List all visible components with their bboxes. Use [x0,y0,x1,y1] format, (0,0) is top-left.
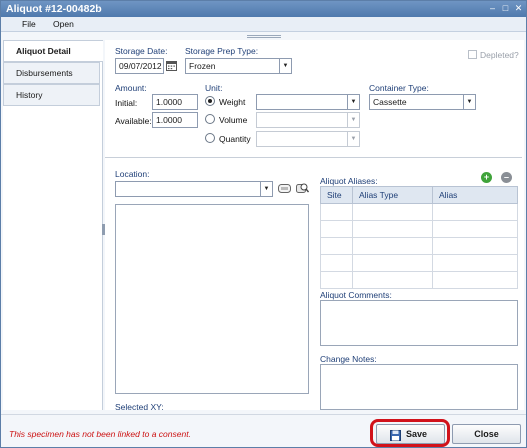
table-cell [352,203,433,221]
panel-grip-handle[interactable] [247,35,281,38]
storage-prep-label: Storage Prep Type: [185,46,259,56]
sidebar-item-label: History [16,90,43,100]
table-cell [352,220,433,238]
aliquot-comments-textarea[interactable] [320,300,518,346]
table-cell [320,203,353,221]
chevron-down-icon: ▼ [463,95,475,109]
sidebar-item-label: Aliquot Detail [16,46,71,56]
table-cell [320,220,353,238]
chevron-down-icon: ▼ [347,132,359,146]
weight-unit-select[interactable]: ▼ [256,94,360,110]
chevron-down-icon: ▼ [347,95,359,109]
table-cell [432,220,518,238]
selected-xy-label: Selected XY: [115,402,164,412]
change-notes-label: Change Notes: [320,354,377,364]
storage-prep-value: Frozen [189,61,216,71]
column-header-alias-type[interactable]: Alias Type [352,186,433,204]
depleted-checkbox[interactable] [468,50,477,59]
chevron-down-icon: ▼ [279,59,291,73]
unit-volume-label: Volume [219,115,248,125]
available-amount-input[interactable]: 1.0000 [152,112,198,128]
sidebar-nav: Aliquot Detail Disbursements History [3,40,103,410]
quantity-unit-select[interactable]: ▼ [256,131,360,147]
aliquot-window: Aliquot #12-00482b – □ ✕ File Open Aliqu… [0,0,527,448]
column-header-alias[interactable]: Alias [432,186,518,204]
location-grid-area[interactable] [115,204,309,394]
sidebar-item-aliquot-detail[interactable]: Aliquot Detail [3,40,103,62]
storage-date-label: Storage Date: [115,46,168,56]
location-search-icon[interactable] [296,182,310,196]
title-bar[interactable]: Aliquot #12-00482b – □ ✕ [1,1,526,17]
table-cell [432,271,518,289]
maximize-icon[interactable]: □ [500,3,511,14]
container-type-value: Cassette [373,97,407,107]
container-type-select[interactable]: Cassette ▼ [369,94,476,110]
table-header-row: Site Alias Type Alias [320,186,518,204]
volume-unit-select[interactable]: ▼ [256,112,360,128]
sidebar-item-disbursements[interactable]: Disbursements [3,62,100,84]
table-cell [320,237,353,255]
sidebar-item-label: Disbursements [16,68,73,78]
calendar-icon[interactable] [166,61,177,73]
aliquot-aliases-label: Aliquot Aliases: [320,176,378,186]
minimize-icon[interactable]: – [487,3,498,14]
amount-label: Amount: [115,83,147,93]
storage-date-input[interactable]: 09/07/2012 [115,58,164,74]
table-row[interactable] [320,254,518,272]
consent-warning: This specimen has not been linked to a c… [9,429,191,439]
close-button[interactable]: Close [452,424,521,444]
unit-weight-label: Weight [219,97,246,107]
location-select[interactable]: ▼ [115,181,273,197]
aliases-table: Site Alias Type Alias [320,186,518,289]
menu-open[interactable]: Open [53,19,74,29]
location-label: Location: [115,169,150,179]
aliquot-comments-label: Aliquot Comments: [320,290,392,300]
menu-bar: File Open [1,17,526,32]
storage-prep-select[interactable]: Frozen ▼ [185,58,292,74]
initial-amount-input[interactable]: 1.0000 [152,94,198,110]
unit-label: Unit: [205,83,223,93]
location-picker-icon[interactable] [278,184,291,195]
table-row[interactable] [320,237,518,255]
storage-date-value: 09/07/2012 [119,61,162,71]
unit-quantity-radio[interactable] [205,133,215,143]
depleted-label: Depleted? [480,50,519,60]
change-notes-textarea[interactable] [320,364,518,410]
container-type-label: Container Type: [369,83,429,93]
close-window-icon[interactable]: ✕ [513,3,524,14]
table-row[interactable] [320,271,518,289]
add-icon[interactable]: + [481,172,492,183]
table-cell [352,237,433,255]
table-row[interactable] [320,220,518,238]
remove-icon[interactable]: – [501,172,512,183]
chevron-down-icon: ▼ [347,113,359,127]
initial-amount-value: 1.0000 [156,97,182,107]
section-divider [105,157,522,158]
save-highlight-ring [370,419,450,447]
table-cell [352,271,433,289]
unit-quantity-label: Quantity [219,134,251,144]
window-title: Aliquot #12-00482b [6,3,102,15]
table-cell [352,254,433,272]
table-cell [432,237,518,255]
table-cell [432,203,518,221]
table-row[interactable] [320,203,518,221]
unit-volume-radio[interactable] [205,114,215,124]
table-cell [320,271,353,289]
sidebar-item-history[interactable]: History [3,84,100,106]
available-label: Available: [115,116,152,126]
available-amount-value: 1.0000 [156,115,182,125]
initial-label: Initial: [115,98,138,108]
chevron-down-icon: ▼ [260,182,272,196]
column-header-site[interactable]: Site [320,186,353,204]
close-button-label: Close [474,429,499,439]
unit-weight-radio[interactable] [205,96,215,106]
table-cell [432,254,518,272]
menu-file[interactable]: File [22,19,36,29]
table-cell [320,254,353,272]
